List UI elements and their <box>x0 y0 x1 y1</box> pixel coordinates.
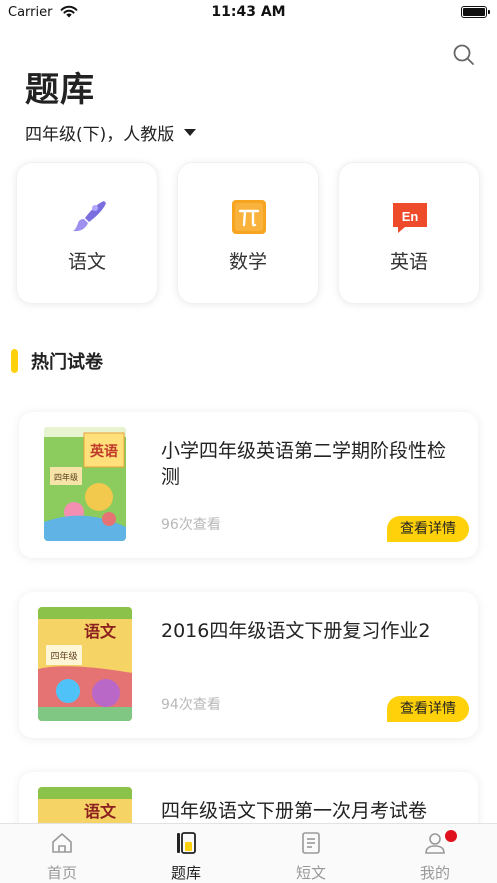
paper-title: 小学四年级英语第二学期阶段性检测 <box>161 440 447 488</box>
tab-label: 题库 <box>170 864 201 882</box>
status-bar: Carrier 11:43 AM <box>0 0 497 26</box>
view-details-button[interactable]: 查看详情 <box>387 696 469 722</box>
caret-down-icon <box>184 128 197 136</box>
tab-label: 我的 <box>419 864 450 882</box>
section-accent-bar <box>11 349 18 373</box>
subject-label: 英语 <box>389 251 428 273</box>
tab-label: 短文 <box>295 864 326 882</box>
subject-card-english[interactable]: En 英语 <box>338 162 480 304</box>
cover-title: 语文 <box>84 802 117 821</box>
svg-text:En: En <box>402 209 419 224</box>
textbook-cover-image: 英语 四年级 <box>44 427 126 541</box>
notification-badge <box>445 830 457 842</box>
battery-icon <box>461 6 490 18</box>
tab-short-essay[interactable]: 短文 <box>249 824 373 883</box>
pi-icon <box>232 200 266 234</box>
paper-card[interactable]: 语文 四年级 2016四年级语文下册复习作业2 94次查看 查看详情 <box>19 592 478 738</box>
subject-label: 语文 <box>67 251 106 273</box>
page-title: 题库 <box>25 70 95 110</box>
tab-label: 首页 <box>46 864 77 882</box>
section-title: 热门试卷 <box>31 352 103 373</box>
tab-profile[interactable]: 我的 <box>373 824 497 883</box>
subject-grid: 语文 数学 En 英语 <box>16 162 481 304</box>
tab-bar: 首页 题库 短文 我的 <box>0 823 497 883</box>
cover-grade: 四年级 <box>50 650 77 662</box>
paper-title: 2016四年级语文下册复习作业2 <box>161 620 431 642</box>
home-icon <box>52 833 72 853</box>
subject-card-math[interactable]: 数学 <box>177 162 319 304</box>
question-bank-icon <box>177 832 196 854</box>
search-icon[interactable] <box>452 43 476 67</box>
subject-label: 数学 <box>228 251 267 273</box>
status-time: 11:43 AM <box>211 4 286 20</box>
textbook-cover-image: 语文 四年级 <box>38 607 132 721</box>
section-header: 热门试卷 <box>11 348 103 374</box>
view-details-button[interactable]: 查看详情 <box>387 516 469 542</box>
paper-card[interactable]: 英语 四年级 小学四年级英语第二学期阶段性检测 96次查看 查看详情 <box>19 412 478 558</box>
profile-icon <box>425 833 445 854</box>
brush-icon <box>73 201 106 232</box>
grade-selector[interactable]: 四年级(下)，人教版 <box>25 120 197 145</box>
cover-title: 语文 <box>84 622 117 641</box>
paper-views: 94次查看 <box>161 697 221 713</box>
paper-title: 四年级语文下册第一次月考试卷 <box>161 800 428 822</box>
cover-title: 英语 <box>89 443 118 460</box>
tab-home[interactable]: 首页 <box>0 824 124 883</box>
subject-card-chinese[interactable]: 语文 <box>16 162 158 304</box>
document-icon <box>302 832 320 854</box>
tab-question-bank[interactable]: 题库 <box>124 824 248 883</box>
paper-views: 96次查看 <box>161 517 221 533</box>
grade-label: 四年级(下)，人教版 <box>25 124 175 145</box>
en-icon: En <box>393 203 427 233</box>
cover-grade: 四年级 <box>54 472 78 482</box>
